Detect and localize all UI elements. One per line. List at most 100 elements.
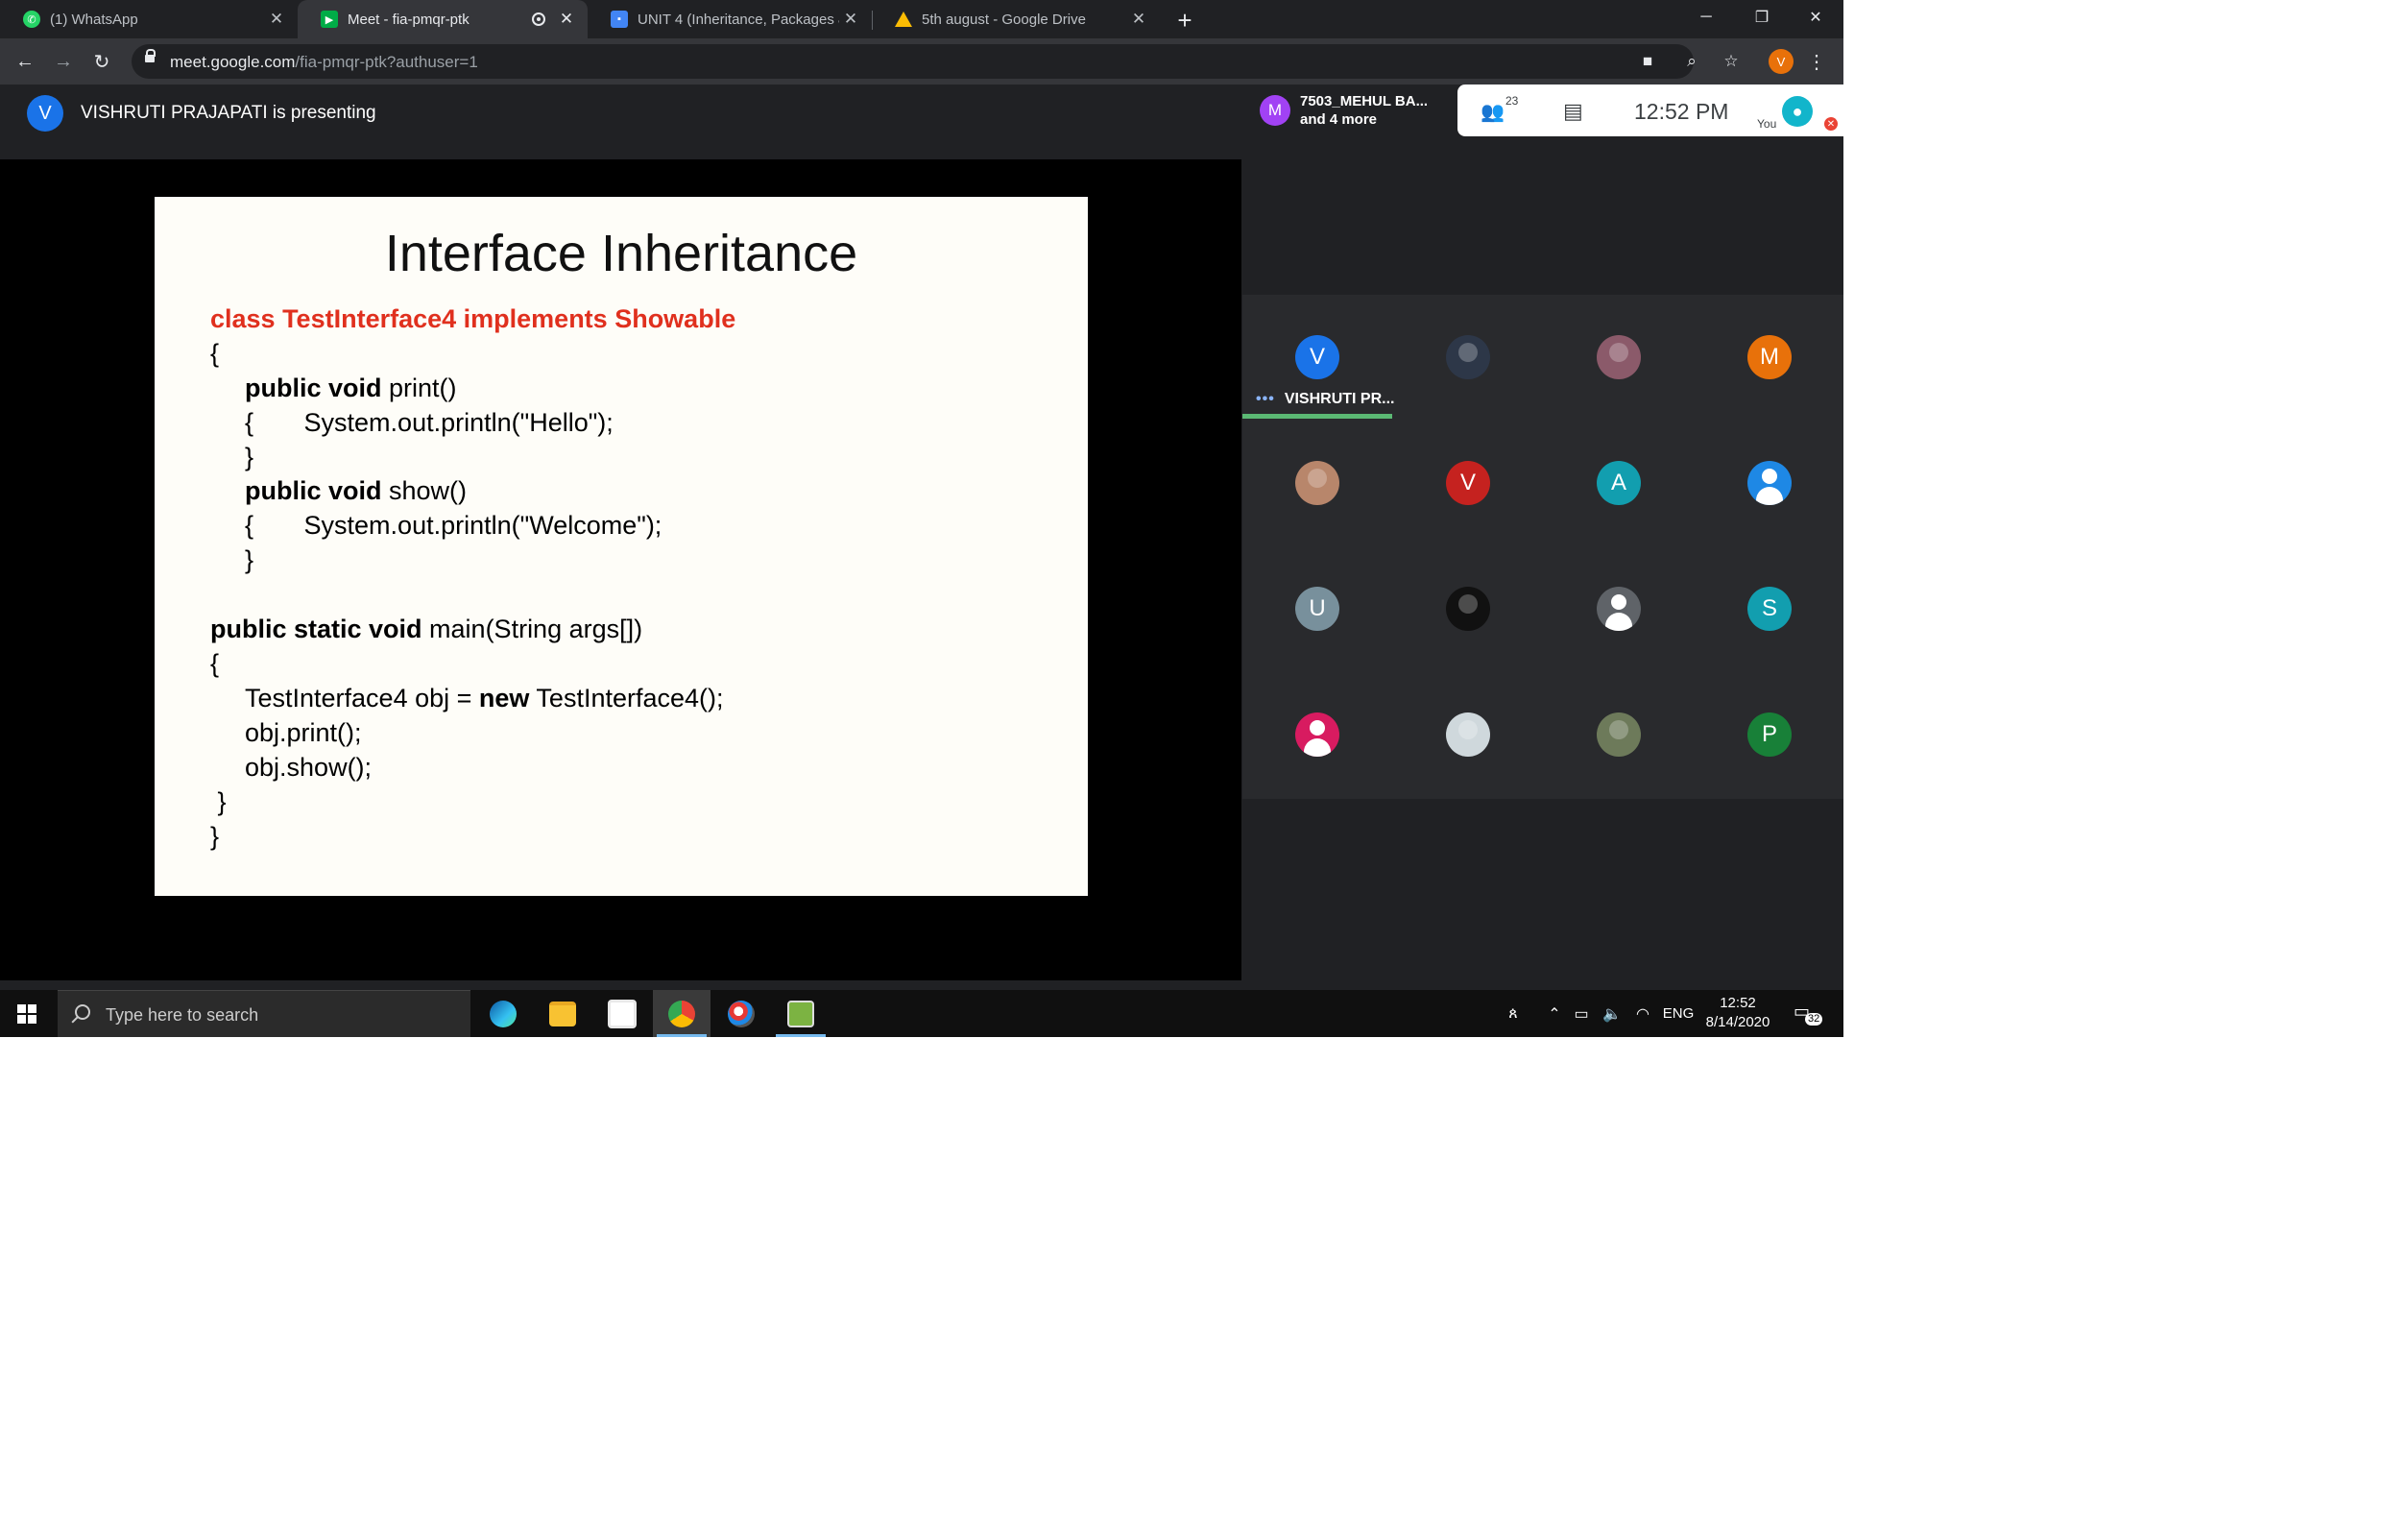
participant-tile[interactable]: A — [1544, 421, 1694, 545]
chip-avatar: M — [1260, 95, 1290, 126]
code-line: } — [210, 787, 227, 816]
participant-tile[interactable] — [1393, 672, 1543, 797]
class-declaration: class TestInterface4 implements Showable — [210, 304, 736, 333]
participant-avatar: V — [1446, 461, 1490, 505]
code-line: public static void main(String args[]) — [210, 615, 643, 643]
url-text: meet.google.com/fia-pmqr-ptk?authuser=1 — [170, 53, 478, 71]
speaker-name: VISHRUTI PR... — [1284, 391, 1395, 407]
browser-toolbar: ← → ↻ meet.google.com/fia-pmqr-ptk?authu… — [0, 38, 1843, 84]
editor-icon[interactable] — [772, 990, 830, 1037]
active-indicator — [776, 1034, 826, 1037]
close-tab-icon[interactable]: ✕ — [839, 8, 862, 31]
recording-icon — [532, 12, 545, 26]
meet-stage: V VISHRUTI PRAJAPATI is presenting Inter… — [0, 84, 1843, 990]
tab-whatsapp[interactable]: ✆ (1) WhatsApp ✕ — [0, 0, 298, 38]
chevron-up-icon[interactable]: ⌃ — [1544, 990, 1565, 1037]
wifi-icon[interactable]: ◠ — [1630, 990, 1655, 1037]
search-icon — [75, 1004, 90, 1020]
participant-chip[interactable]: M 7503_MEHUL BA... and 4 more — [1250, 84, 1456, 136]
address-bar[interactable]: meet.google.com/fia-pmqr-ptk?authuser=1 … — [132, 44, 1697, 79]
tab-title: UNIT 4 (Inheritance, Packages & — [638, 11, 839, 28]
system-clock[interactable]: 12:52 8/14/2020 — [1699, 994, 1776, 1032]
active-speaker-label: ••• VISHRUTI PR... — [1256, 391, 1395, 408]
store-icon[interactable] — [593, 990, 651, 1037]
participant-avatar — [1597, 587, 1641, 631]
taskbar-search[interactable]: Type here to search — [58, 990, 470, 1037]
close-tab-icon[interactable]: ✕ — [1127, 8, 1150, 31]
new-tab-button[interactable]: + — [1171, 6, 1198, 35]
participant-tile[interactable]: M — [1695, 295, 1843, 420]
lock-icon — [145, 49, 156, 62]
chrome-icon[interactable] — [653, 990, 710, 1037]
meeting-clock: 12:52 PM — [1634, 99, 1729, 124]
participant-tile[interactable] — [1242, 421, 1392, 545]
file-explorer-icon[interactable] — [534, 990, 591, 1037]
chip-name: 7503_MEHUL BA... — [1300, 93, 1429, 109]
participant-tile[interactable] — [1544, 295, 1694, 420]
participant-avatar — [1295, 712, 1339, 757]
paint-icon[interactable] — [712, 990, 770, 1037]
participant-tile[interactable]: U — [1242, 546, 1392, 671]
taskbar: Type here to search ጰ ⌃ ▭ 🔈 ◠ ENG 12:52 8… — [0, 990, 1843, 1037]
restore-button[interactable]: ❐ — [1734, 0, 1790, 35]
participant-avatar — [1295, 461, 1339, 505]
participant-avatar — [1446, 587, 1490, 631]
classroom-icon: ▪ — [611, 11, 628, 28]
reload-icon[interactable]: ↻ — [86, 46, 117, 77]
profile-avatar[interactable]: V — [1769, 49, 1794, 74]
menu-icon[interactable]: ⋮ — [1807, 49, 1826, 74]
code-line: } — [210, 822, 220, 851]
forward-icon[interactable]: → — [48, 46, 79, 77]
edge-icon[interactable] — [474, 990, 532, 1037]
presentation-area: Interface Inheritance class TestInterfac… — [0, 159, 1241, 980]
participant-avatar: M — [1747, 335, 1792, 379]
audio-dots-icon: ••• — [1256, 391, 1275, 407]
participant-tile[interactable]: S — [1695, 546, 1843, 671]
participant-avatar: V — [1295, 335, 1339, 379]
code-line: { — [210, 649, 220, 678]
tab-strip: ✆ (1) WhatsApp ✕ ▶ Meet - fia-pmqr-ptk ✕… — [0, 0, 1843, 38]
code-line: public void show() — [245, 476, 468, 505]
bookmark-star-icon[interactable]: ☆ — [1721, 51, 1742, 72]
close-tab-icon[interactable]: ✕ — [265, 8, 288, 31]
code-line: } — [245, 545, 254, 574]
code-line: { — [210, 339, 220, 368]
presenting-text: VISHRUTI PRAJAPATI is presenting — [81, 103, 376, 123]
camera-icon[interactable]: ■ — [1637, 51, 1658, 72]
chat-icon[interactable]: ▤ — [1563, 99, 1586, 123]
tab-drive[interactable]: 5th august - Google Drive ✕ — [872, 0, 1160, 38]
volume-icon[interactable]: 🔈 — [1600, 990, 1625, 1037]
participant-tile[interactable]: V ••• VISHRUTI PR... — [1242, 295, 1395, 420]
participant-avatar: S — [1747, 587, 1792, 631]
tab-meet[interactable]: ▶ Meet - fia-pmqr-ptk ✕ — [298, 0, 588, 38]
participant-avatar — [1747, 461, 1792, 505]
active-speaker-indicator — [1242, 414, 1392, 419]
participant-tile[interactable] — [1393, 295, 1543, 420]
participant-grid: V ••• VISHRUTI PR... M V A U S P — [1242, 295, 1843, 799]
participant-tile[interactable] — [1544, 546, 1694, 671]
participant-tile[interactable]: V — [1393, 421, 1543, 545]
language-indicator[interactable]: ENG — [1661, 990, 1696, 1037]
code-line: obj.print(); — [245, 718, 362, 747]
participant-tile[interactable]: P — [1695, 672, 1843, 797]
search-placeholder: Type here to search — [106, 1005, 259, 1025]
self-avatar[interactable]: ● — [1782, 96, 1813, 127]
tab-classroom[interactable]: ▪ UNIT 4 (Inheritance, Packages & ✕ — [588, 0, 872, 38]
battery-icon[interactable]: ▭ — [1569, 990, 1594, 1037]
participant-tile[interactable] — [1393, 546, 1543, 671]
close-window-button[interactable]: ✕ — [1788, 0, 1843, 35]
participant-tile[interactable] — [1242, 672, 1392, 797]
notification-icon[interactable]: ▭ 32 — [1794, 1002, 1823, 1026]
slide: Interface Inheritance class TestInterfac… — [155, 197, 1088, 896]
participant-count: 23 — [1505, 94, 1519, 108]
people-tray-icon[interactable]: ጰ — [1500, 990, 1527, 1037]
back-icon[interactable]: ← — [10, 46, 40, 77]
participant-tile[interactable] — [1695, 421, 1843, 545]
participant-avatar — [1597, 335, 1641, 379]
zoom-icon[interactable]: ⌕ — [1681, 51, 1702, 72]
code-line: TestInterface4 obj = new TestInterface4(… — [245, 684, 724, 712]
close-tab-icon[interactable]: ✕ — [555, 8, 578, 31]
windows-start-icon[interactable] — [17, 1004, 36, 1024]
minimize-button[interactable]: ─ — [1678, 0, 1734, 35]
participant-tile[interactable] — [1544, 672, 1694, 797]
